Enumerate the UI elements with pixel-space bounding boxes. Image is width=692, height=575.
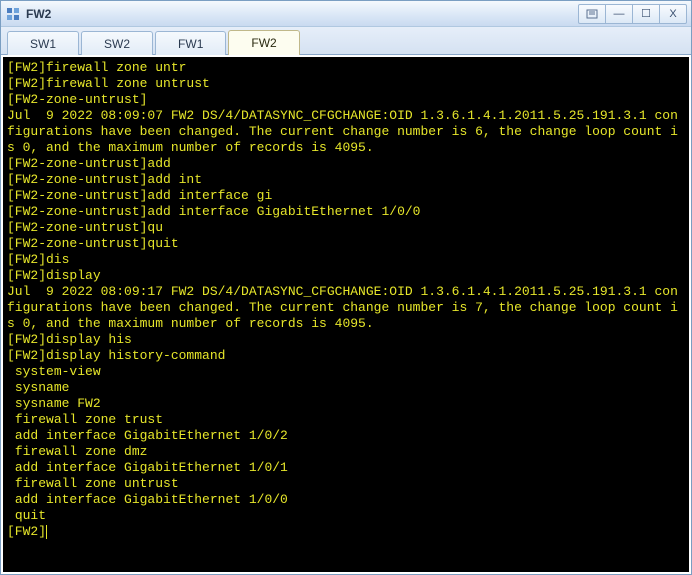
terminal-line: [FW2]display xyxy=(7,268,685,284)
terminal-line: [FW2-zone-untrust]add int xyxy=(7,172,685,188)
terminal-line: firewall zone untrust xyxy=(7,476,685,492)
window-controls: — ☐ X xyxy=(579,4,687,24)
app-window: FW2 — ☐ X SW1 SW2 FW1 FW2 [FW2]firewall … xyxy=(0,0,692,575)
terminal-line: firewall zone dmz xyxy=(7,444,685,460)
terminal-line: [FW2-zone-untrust]add interface GigabitE… xyxy=(7,204,685,220)
terminal-line: Jul 9 2022 08:09:07 FW2 DS/4/DATASYNC_CF… xyxy=(7,108,685,156)
extra-button[interactable] xyxy=(578,4,606,24)
window-title: FW2 xyxy=(26,7,579,21)
maximize-button[interactable]: ☐ xyxy=(632,4,660,24)
terminal-line: system-view xyxy=(7,364,685,380)
app-icon xyxy=(5,6,21,22)
terminal-line: [FW2-zone-untrust]add interface gi xyxy=(7,188,685,204)
terminal-line: [FW2] xyxy=(7,524,685,540)
minimize-button[interactable]: — xyxy=(605,4,633,24)
terminal-line: [FW2]display history-command xyxy=(7,348,685,364)
close-button[interactable]: X xyxy=(659,4,687,24)
terminal-line: [FW2-zone-untrust] xyxy=(7,92,685,108)
terminal-line: [FW2]firewall zone untr xyxy=(7,60,685,76)
tab-sw1[interactable]: SW1 xyxy=(7,31,79,55)
terminal-line: add interface GigabitEthernet 1/0/1 xyxy=(7,460,685,476)
terminal-line: [FW2]dis xyxy=(7,252,685,268)
tab-sw2[interactable]: SW2 xyxy=(81,31,153,55)
terminal-line: add interface GigabitEthernet 1/0/2 xyxy=(7,428,685,444)
tab-fw1[interactable]: FW1 xyxy=(155,31,226,55)
terminal-line: [FW2-zone-untrust]add xyxy=(7,156,685,172)
terminal-line: add interface GigabitEthernet 1/0/0 xyxy=(7,492,685,508)
terminal-line: sysname xyxy=(7,380,685,396)
terminal-line: [FW2-zone-untrust]qu xyxy=(7,220,685,236)
terminal-line: Jul 9 2022 08:09:17 FW2 DS/4/DATASYNC_CF… xyxy=(7,284,685,332)
terminal-line: [FW2]display his xyxy=(7,332,685,348)
terminal-container: [FW2]firewall zone untr[FW2]firewall zon… xyxy=(1,55,691,574)
terminal-line: sysname FW2 xyxy=(7,396,685,412)
terminal-cursor xyxy=(46,525,47,539)
terminal-line: [FW2]firewall zone untrust xyxy=(7,76,685,92)
titlebar[interactable]: FW2 — ☐ X xyxy=(1,1,691,27)
tab-bar: SW1 SW2 FW1 FW2 xyxy=(1,27,691,55)
tab-fw2[interactable]: FW2 xyxy=(228,30,299,55)
terminal-line: quit xyxy=(7,508,685,524)
terminal[interactable]: [FW2]firewall zone untr[FW2]firewall zon… xyxy=(3,57,689,572)
terminal-line: [FW2-zone-untrust]quit xyxy=(7,236,685,252)
terminal-line: firewall zone trust xyxy=(7,412,685,428)
